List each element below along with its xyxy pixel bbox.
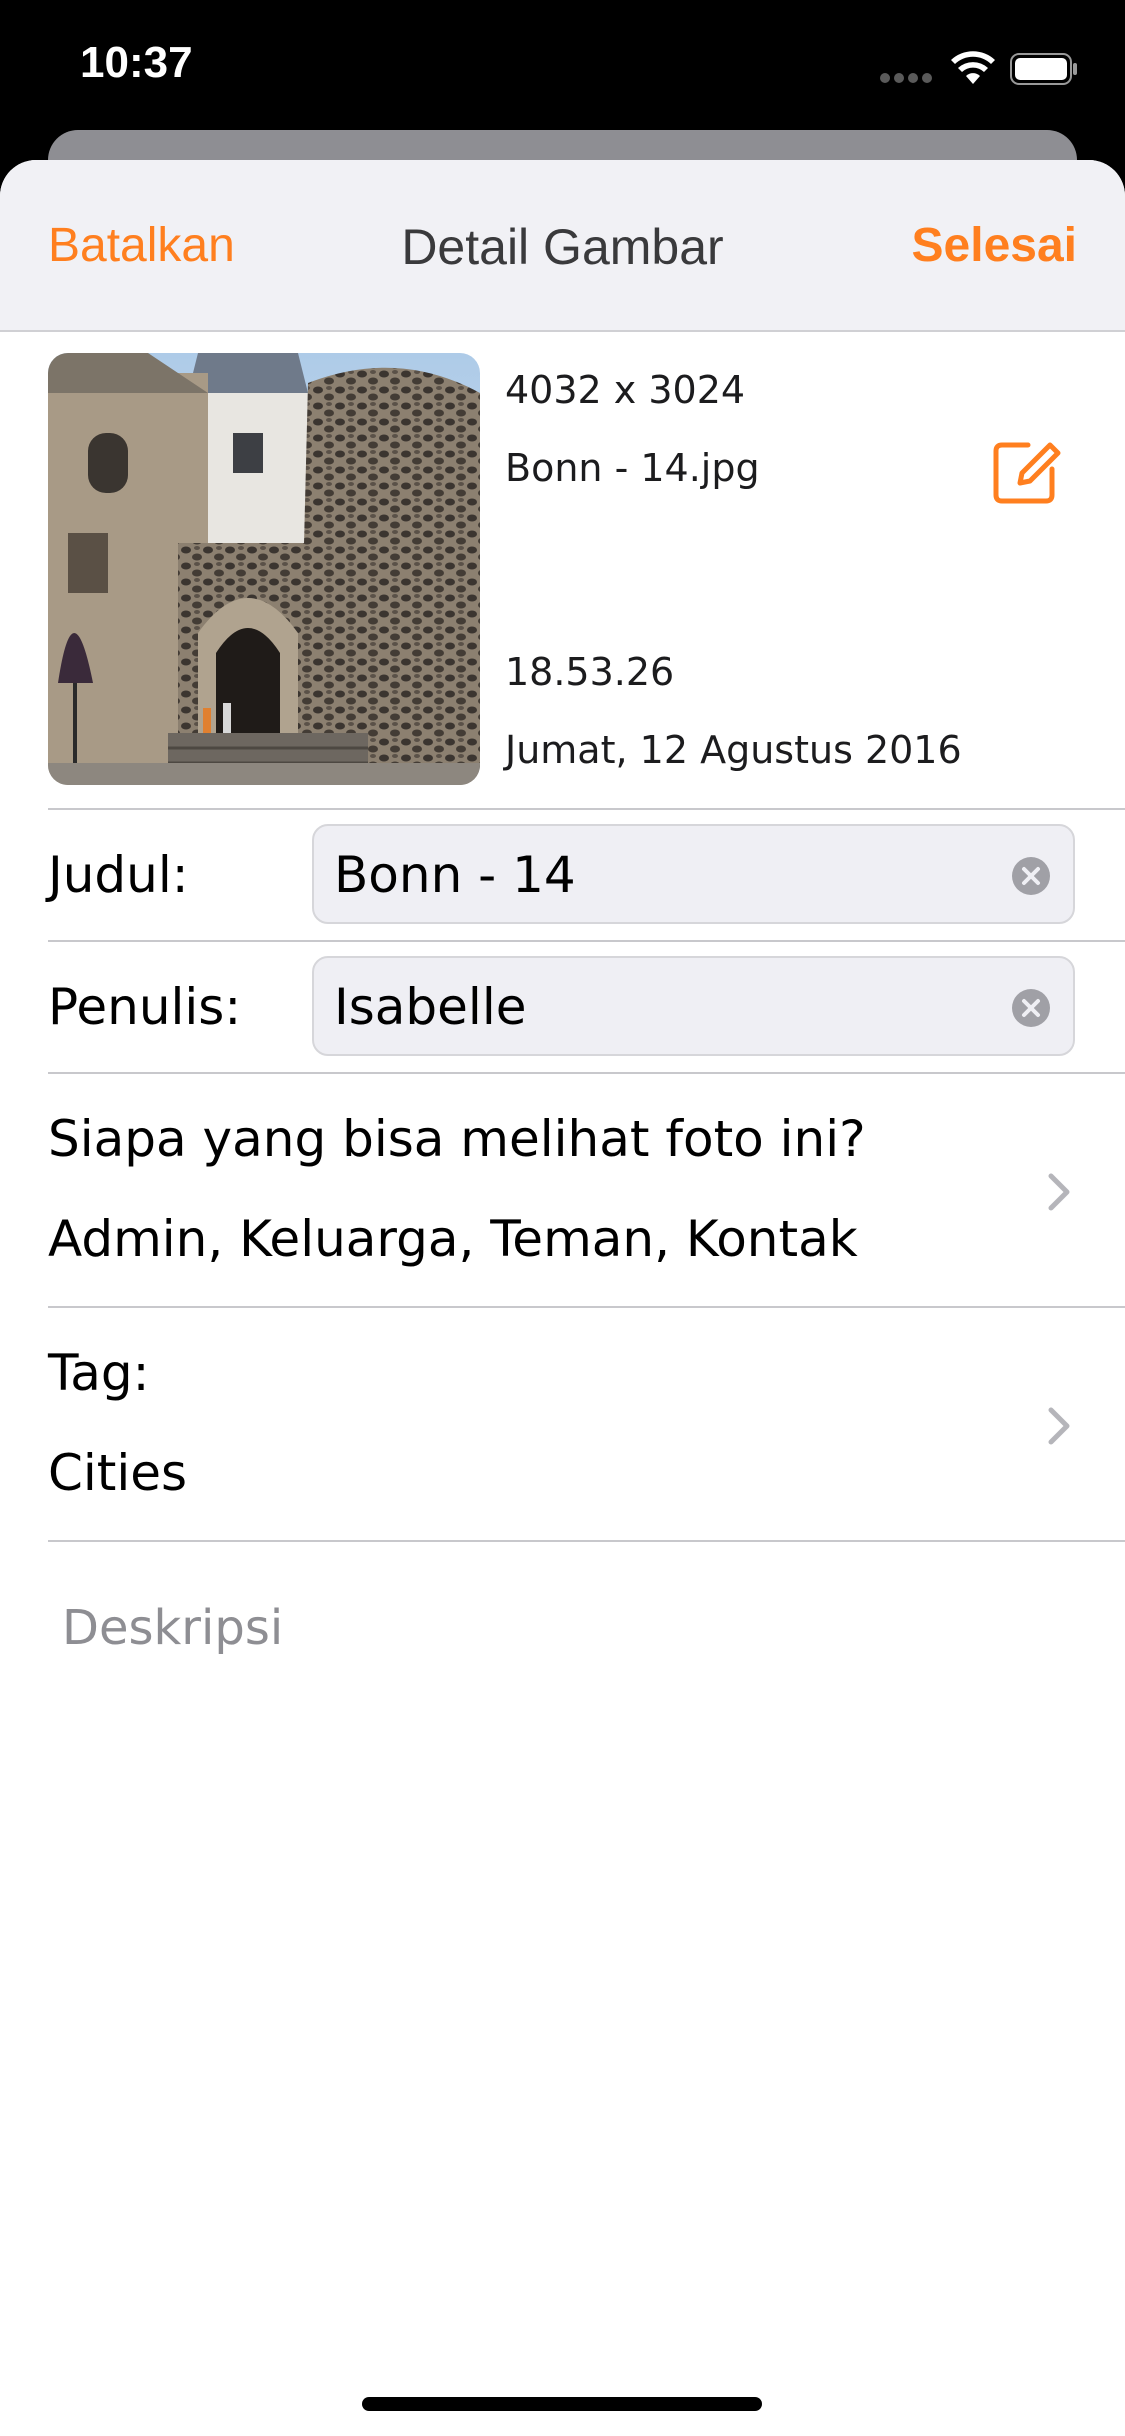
title-field[interactable]: Bonn - 14 [312,824,1075,924]
battery-icon [1010,53,1077,85]
title-label: Judul: [48,846,189,904]
image-date: Jumat, 12 Agustus 2016 [505,728,962,772]
photo-thumbnail[interactable] [48,353,480,785]
tags-value: Cities [48,1444,188,1502]
cellular-signal-icon [880,73,934,83]
divider [48,1072,1125,1074]
title-input[interactable]: Bonn - 14 [334,846,974,904]
chevron-right-icon [1048,1407,1070,1445]
home-indicator[interactable] [362,2397,762,2411]
author-input[interactable]: Isabelle [334,978,974,1036]
navigation-bar: Batalkan Detail Gambar Selesai [0,160,1125,332]
divider [48,808,1125,810]
clear-icon[interactable] [1011,856,1051,896]
author-field[interactable]: Isabelle [312,956,1075,1056]
status-time: 10:37 [80,38,193,87]
square-pencil-icon[interactable] [990,435,1062,507]
divider [48,1306,1125,1308]
privacy-value: Admin, Keluarga, Teman, Kontak [48,1210,858,1268]
privacy-question: Siapa yang bisa melihat foto ini? [48,1110,866,1168]
image-filename: Bonn - 14.jpg [505,446,760,490]
divider [48,940,1125,942]
image-detail-sheet: Batalkan Detail Gambar Selesai 4032 x 30… [0,160,1125,2436]
author-label: Penulis: [48,978,242,1036]
status-bar: 10:37 [0,0,1125,140]
divider [48,1540,1125,1542]
wifi-icon [951,51,995,84]
image-dimensions: 4032 x 3024 [505,368,746,412]
description-textarea[interactable]: Deskripsi [62,1600,283,1656]
chevron-right-icon [1048,1173,1070,1211]
image-time: 18.53.26 [505,650,675,694]
tags-label: Tag: [48,1344,150,1402]
done-button[interactable]: Selesai [912,218,1077,273]
clear-icon[interactable] [1011,988,1051,1028]
